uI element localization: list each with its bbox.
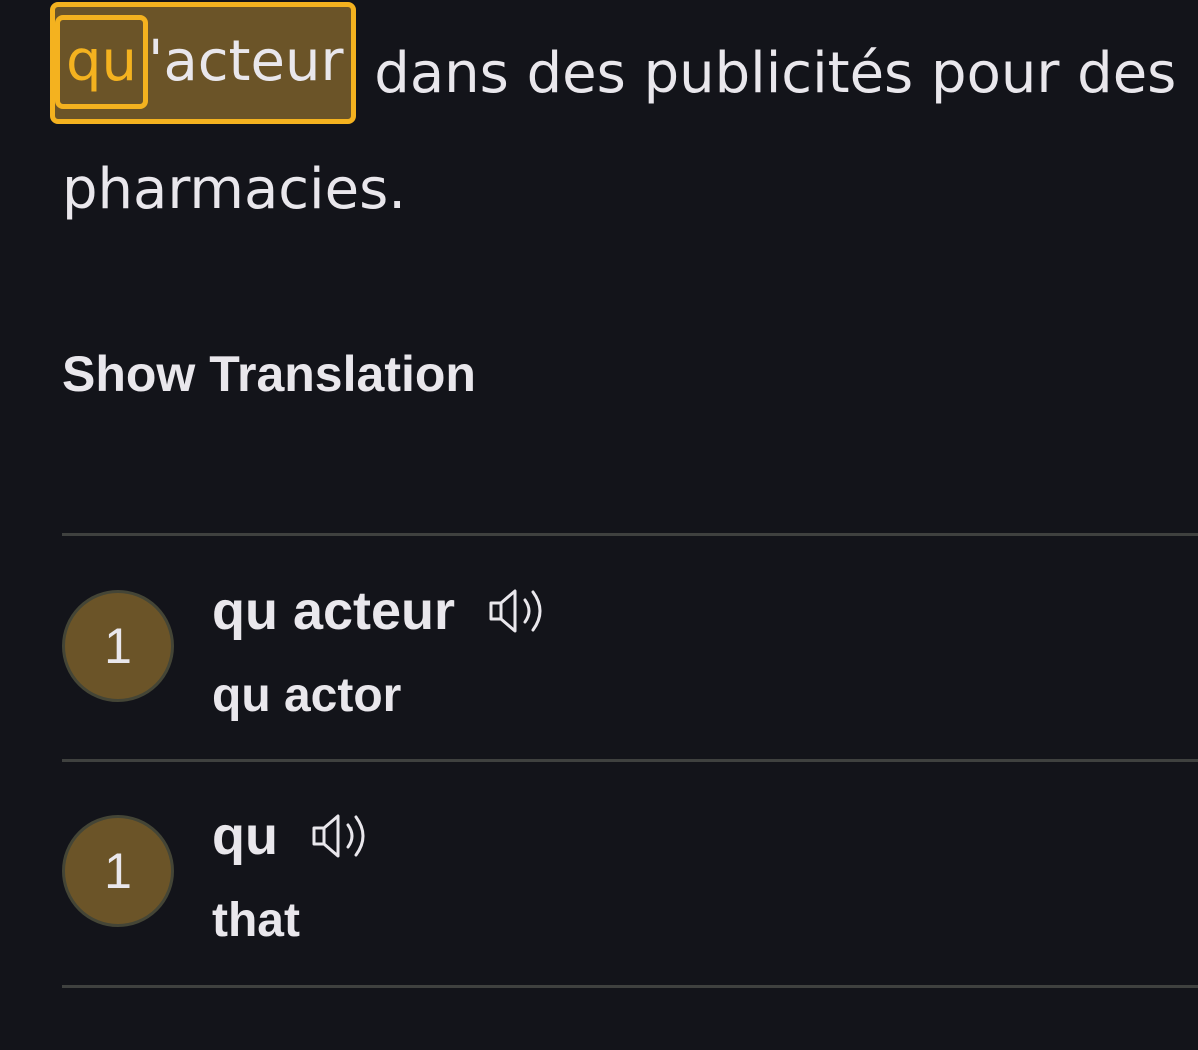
divider (62, 759, 1198, 762)
divider (62, 533, 1198, 536)
term-text: qu acteur (212, 581, 456, 641)
gloss-text: that (212, 894, 300, 947)
sentence-line-1-rest[interactable]: dans des publicités pour des (356, 41, 1176, 106)
term-text: qu (212, 806, 278, 866)
list-item[interactable]: 1 qu acteur qu actor (62, 560, 1198, 780)
sentence-line-2[interactable]: pharmacies. (62, 148, 1192, 264)
speaker-icon[interactable] (485, 584, 549, 638)
sentence-line-1: qu'acteur dans des publicités pour des (50, 2, 1192, 148)
apostrophe: ' (148, 29, 164, 94)
highlighted-word[interactable]: qu'acteur (50, 2, 357, 124)
show-translation-button[interactable]: Show Translation (62, 345, 476, 403)
term-row: qu (212, 805, 372, 867)
count-badge: 1 (62, 590, 174, 702)
highlighted-word-text: acteur (163, 29, 344, 94)
list-item[interactable]: 1 qu that (62, 785, 1198, 1005)
speaker-icon[interactable] (308, 809, 372, 863)
highlighted-word-rest[interactable]: 'acteur (148, 20, 343, 104)
gloss-text: qu actor (212, 669, 402, 722)
sentence-text: qu'acteur dans des publicités pour des p… (50, 2, 1192, 264)
divider (62, 985, 1198, 988)
term-row: qu acteur (212, 580, 549, 642)
highlighted-subword[interactable]: qu (55, 15, 149, 109)
count-badge: 1 (62, 815, 174, 927)
